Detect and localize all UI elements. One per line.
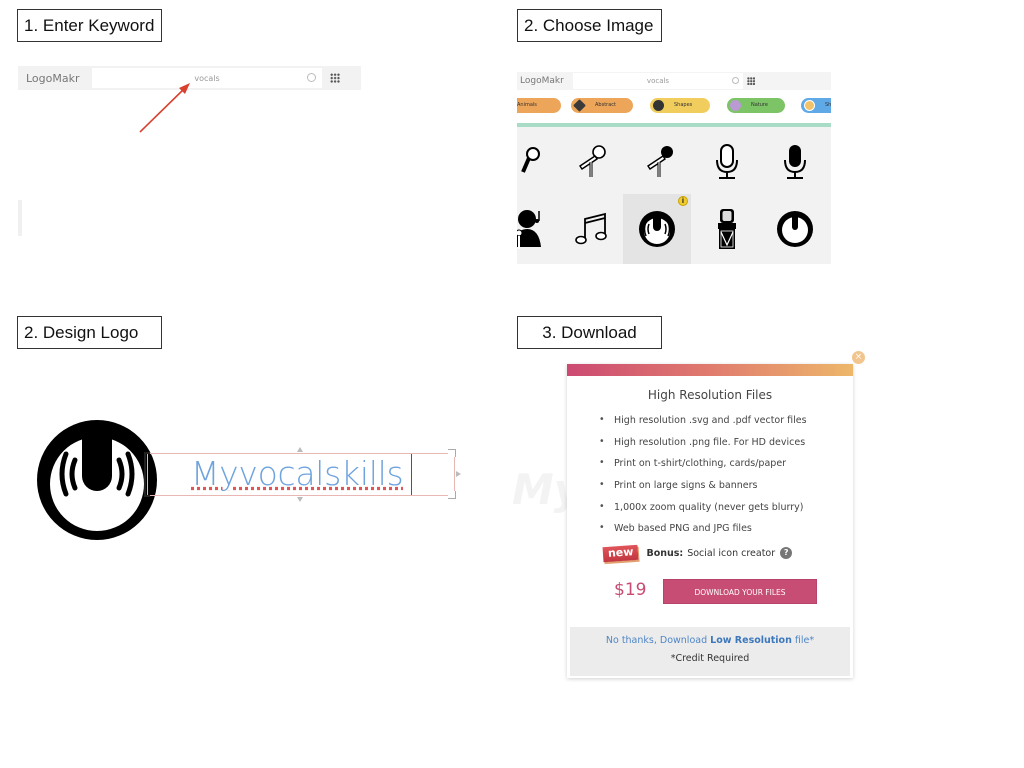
category-pill-abstract[interactable]: Abstract <box>571 98 633 113</box>
stand-mic-filled-icon <box>647 146 673 177</box>
feature-item: Print on large signs & banners <box>599 479 853 502</box>
icon-result-stand-mic-filled[interactable] <box>625 129 693 195</box>
icon-result-music-notes[interactable] <box>557 196 625 262</box>
search-input-value: vocals <box>646 77 670 85</box>
search-input[interactable]: vocals <box>573 73 743 89</box>
singer-icon <box>517 210 541 249</box>
logo-text[interactable]: Myvocalskills <box>191 454 404 494</box>
search-icon[interactable] <box>732 77 739 84</box>
icon-result-stand-mic-outline[interactable] <box>557 129 625 195</box>
logo-vocal-waves-icon[interactable] <box>37 420 159 542</box>
power-circle-icon <box>777 211 813 247</box>
step-1-label: 1. Enter Keyword <box>17 9 162 42</box>
category-label: Shapes <box>674 102 693 108</box>
faint-divider <box>18 200 22 236</box>
resize-handle-bottom-right[interactable] <box>448 491 456 499</box>
icon-result-vocal-waves-selected[interactable]: i <box>623 194 691 264</box>
icon-result-singer[interactable] <box>517 196 559 262</box>
stand-mic-outline-icon <box>579 145 606 177</box>
low-res-suffix: file* <box>791 635 815 646</box>
search-input-value: vocals <box>194 73 220 83</box>
category-label: Nature <box>751 102 768 108</box>
icon-result-vintage-mic[interactable] <box>693 196 761 262</box>
grid-menu-icon[interactable] <box>330 73 340 83</box>
grid-menu-icon[interactable] <box>747 77 755 85</box>
help-icon[interactable]: ? <box>780 547 793 559</box>
download-modal: High Resolution Files High resolution .s… <box>567 364 853 678</box>
low-res-prefix: No thanks, Download <box>605 635 711 646</box>
shapes-icon <box>653 100 664 111</box>
rotate-handle-bottom[interactable] <box>297 497 303 502</box>
category-pills: Animals Abstract Shapes Nature Sh <box>517 90 831 124</box>
modal-footer: No thanks, Download Low Resolution file*… <box>570 627 850 676</box>
handheld-mic-icon <box>521 147 540 173</box>
studio-mic-filled-icon <box>784 145 806 179</box>
new-badge: new <box>602 544 639 562</box>
feature-item: High resolution .png file. For HD device… <box>599 436 853 459</box>
info-badge-icon[interactable]: i <box>678 196 688 206</box>
studio-mic-outline-icon <box>716 144 738 179</box>
annotation-arrow-icon <box>139 83 190 133</box>
credit-required-note: *Credit Required <box>670 653 750 664</box>
feature-item: 1,000x zoom quality (never gets blurry) <box>599 501 853 524</box>
step-2-label: 2. Choose Image <box>517 9 662 42</box>
vocal-waves-circle-icon <box>639 211 675 247</box>
icon-result-studio-mic-filled[interactable] <box>761 129 829 195</box>
category-label: Sh <box>825 102 831 108</box>
search-input[interactable]: vocals <box>92 68 322 88</box>
sh-icon <box>804 100 815 111</box>
bonus-text: Social icon creator <box>687 547 776 559</box>
category-divider <box>517 123 831 127</box>
category-pill-nature[interactable]: Nature <box>727 98 785 113</box>
low-res-bold: Low Resolution <box>710 635 792 646</box>
icon-result-studio-mic-outline[interactable] <box>693 129 761 195</box>
category-pill-shapes[interactable]: Shapes <box>650 98 710 113</box>
search-icon[interactable] <box>307 73 316 82</box>
close-icon[interactable]: × <box>852 351 865 364</box>
rotate-handle-right[interactable] <box>456 471 461 477</box>
app-logo[interactable]: LogoMakr <box>18 72 92 85</box>
text-caret <box>411 454 412 495</box>
feature-item: Web based PNG and JPG files <box>599 522 853 545</box>
category-pill-animals[interactable]: Animals <box>517 98 561 113</box>
app-logo[interactable]: LogoMakr <box>517 76 573 86</box>
price: $19 <box>614 580 647 600</box>
feature-item: High resolution .svg and .pdf vector fil… <box>599 414 853 437</box>
bonus-row: new Bonus: Social icon creator ? <box>602 544 793 562</box>
abstract-icon <box>573 99 586 112</box>
step-3-label: 2. Design Logo <box>17 316 162 349</box>
logo-text-selection-box[interactable]: Myvocalskills <box>144 447 461 502</box>
vintage-mic-icon <box>718 209 736 249</box>
logomakr-header-bar: LogoMakr vocals <box>517 72 831 90</box>
ghost-logo-text: My <box>512 465 568 514</box>
category-label: Abstract <box>595 102 616 108</box>
resize-handle-top-right[interactable] <box>448 449 456 457</box>
feature-list: High resolution .svg and .pdf vector fil… <box>599 414 853 545</box>
step-4-label: 3. Download <box>517 316 662 349</box>
music-notes-icon <box>575 212 607 245</box>
bonus-label: Bonus: <box>646 547 684 559</box>
category-pill-sh[interactable]: Sh <box>801 98 831 113</box>
left-resize-bracket[interactable] <box>144 452 150 497</box>
download-files-button[interactable]: DOWNLOAD YOUR FILES <box>663 579 817 604</box>
low-res-download-link[interactable]: No thanks, Download Low Resolution file* <box>570 635 850 646</box>
icon-result-power-circle[interactable] <box>761 196 829 262</box>
modal-gradient-header <box>567 364 853 376</box>
modal-title: High Resolution Files <box>647 388 773 402</box>
feature-item: Print on t-shirt/clothing, cards/paper <box>599 457 853 480</box>
choose-image-panel: LogoMakr vocals Animals Abstract Shapes … <box>517 72 831 264</box>
rotate-handle-top[interactable] <box>297 447 303 452</box>
category-label: Animals <box>517 102 537 108</box>
nature-icon <box>730 100 741 111</box>
icon-result-handheld-mic[interactable] <box>517 129 559 195</box>
